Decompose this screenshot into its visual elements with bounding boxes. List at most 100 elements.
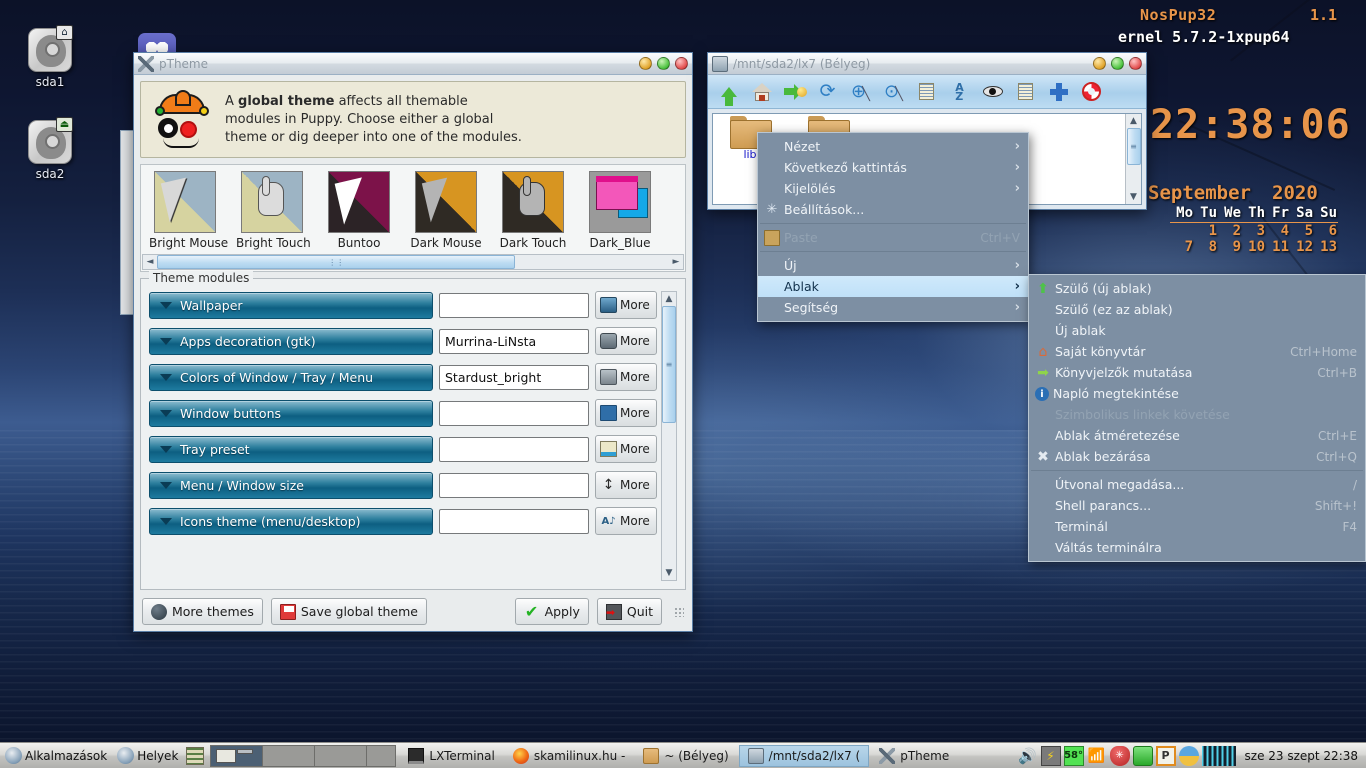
resize-grip[interactable] xyxy=(674,606,684,617)
menu-item-kovetkezo-kattintas[interactable]: Következő kattintás › xyxy=(758,157,1028,178)
module-row[interactable]: Menu / Window size ↕ More xyxy=(149,471,657,499)
theme-gallery[interactable]: Bright Mouse Bright Touch Buntoo Dark Mo… xyxy=(140,164,686,272)
submenu-item-terminal[interactable]: Terminál F4 xyxy=(1029,516,1365,537)
more-themes-button[interactable]: More themes xyxy=(142,598,263,625)
hscroll-thumb[interactable]: ⋮⋮ xyxy=(157,255,516,269)
desktop-icon-sda1[interactable]: ⌂ sda1 xyxy=(14,25,86,89)
taskbar-task-lxterminal[interactable]: LXTerminal xyxy=(400,745,502,767)
taskbar-clock[interactable]: sze 23 szept 22:38 xyxy=(1239,749,1362,763)
submenu-item-shell-parancs[interactable]: Shell parancs... Shift+! xyxy=(1029,495,1365,516)
maximize-button[interactable] xyxy=(1111,57,1124,70)
submenu-item-szulo-ez-az-ablak[interactable]: Szülő (ez az ablak) xyxy=(1029,299,1365,320)
module-button-apps-decoration[interactable]: Apps decoration (gtk) xyxy=(149,327,433,355)
sort-az-icon[interactable]: AZ xyxy=(943,77,976,107)
show-desktop-icon[interactable] xyxy=(186,746,205,765)
places-menu-button[interactable]: Helyek xyxy=(112,744,183,768)
show-hidden-icon[interactable] xyxy=(976,77,1009,107)
module-value-window-buttons[interactable] xyxy=(439,400,589,426)
submenu-item-ablak-bezarasa[interactable]: ✖ Ablak bezárása Ctrl+Q xyxy=(1029,446,1365,467)
bookmarks-icon[interactable] xyxy=(778,77,811,107)
new-icon[interactable] xyxy=(1042,77,1075,107)
close-button[interactable] xyxy=(675,57,688,70)
taskbar-task-ptheme[interactable]: pTheme xyxy=(871,745,957,767)
submenu-item-utvonal-megadasa[interactable]: Útvonal megadása... / xyxy=(1029,474,1365,495)
battery-charge-icon[interactable] xyxy=(1132,745,1153,766)
applications-menu-button[interactable]: Alkalmazások xyxy=(0,744,112,768)
module-row[interactable]: Colors of Window / Tray / Menu Stardust_… xyxy=(149,363,657,391)
hscroll-track[interactable]: ⋮⋮ xyxy=(157,255,669,269)
submenu-item-szimbolikus-linkek-kovetese[interactable]: Szimbolikus linkek követése xyxy=(1029,404,1365,425)
module-row[interactable]: Icons theme (menu/desktop) A♪ More xyxy=(149,507,657,535)
module-value-apps-decoration[interactable]: Murrina-LiNsta xyxy=(439,328,589,354)
module-value-tray-preset[interactable] xyxy=(439,436,589,462)
more-button-apps-decoration[interactable]: More xyxy=(595,327,657,355)
system-tray[interactable]: 🔊 ⚡ 58° 📶 ✳ P sze 23 szept 22:38 xyxy=(1018,745,1366,766)
submenu-item-konyvjelzok-mutatasa[interactable]: ➡ Könyvjelzők mutatása Ctrl+B xyxy=(1029,362,1365,383)
details-view-icon[interactable] xyxy=(910,77,943,107)
quit-button[interactable]: ➡ Quit xyxy=(596,598,662,625)
workspace-1[interactable] xyxy=(211,745,264,766)
module-row[interactable]: Window buttons More xyxy=(149,399,657,427)
more-button-tray-preset[interactable]: More xyxy=(595,435,657,463)
vscroll-thumb[interactable]: ≡ xyxy=(662,306,676,423)
filemanager-window-buttons[interactable] xyxy=(1093,57,1142,70)
scroll-left-icon[interactable]: ◄ xyxy=(143,255,157,269)
module-value-colors[interactable]: Stardust_bright xyxy=(439,364,589,390)
modules-vscrollbar[interactable]: ▲ ≡ ▼ xyxy=(661,291,677,581)
more-button-window-buttons[interactable]: More xyxy=(595,399,657,427)
vscroll-thumb[interactable]: ≡ xyxy=(1126,128,1141,166)
submenu-item-sajat-konyvtar[interactable]: ⌂ Saját könyvtár Ctrl+Home xyxy=(1029,341,1365,362)
submenu-item-ablak-atmeretezese[interactable]: Ablak átméretezése Ctrl+E xyxy=(1029,425,1365,446)
maximize-button[interactable] xyxy=(657,57,670,70)
context-submenu[interactable]: ⬆ Szülő (új ablak) Szülő (ez az ablak) Ú… xyxy=(1028,274,1366,562)
more-button-wallpaper[interactable]: More xyxy=(595,291,657,319)
submenu-item-valtas-terminalra[interactable]: Váltás terminálra xyxy=(1029,537,1365,558)
firewall-icon[interactable]: ✳ xyxy=(1109,745,1130,766)
desktop-icon-sda2[interactable]: ⏏ sda2 xyxy=(14,117,86,181)
ptheme-titlebar[interactable]: pTheme xyxy=(134,53,692,75)
taskbar-task-firefox[interactable]: skamilinux.hu - xyxy=(505,745,634,767)
minimize-button[interactable] xyxy=(1093,57,1106,70)
module-value-wallpaper[interactable] xyxy=(439,292,589,318)
module-row[interactable]: Apps decoration (gtk) Murrina-LiNsta Mor… xyxy=(149,327,657,355)
battery-icon[interactable]: ⚡ xyxy=(1040,745,1061,766)
filemanager-titlebar[interactable]: /mnt/sda2/lx7 (Bélyeg) xyxy=(708,53,1146,75)
submenu-item-szulo-uj-ablak[interactable]: ⬆ Szülő (új ablak) xyxy=(1029,278,1365,299)
context-menu[interactable]: Nézet › Következő kattintás › Kijelölés … xyxy=(757,132,1029,322)
menu-item-ablak[interactable]: Ablak › xyxy=(758,276,1028,297)
menu-item-beallitasok[interactable]: ✳ Beállítások... xyxy=(758,199,1028,220)
workspace-4[interactable] xyxy=(367,745,396,766)
theme-item[interactable]: Dark_Blue xyxy=(584,171,656,250)
zoom-in-icon[interactable]: ⊕ ╲ xyxy=(844,77,877,107)
taskbar-task-filemanager[interactable]: /mnt/sda2/lx7 ( xyxy=(738,744,870,767)
ptheme-window-buttons[interactable] xyxy=(639,57,688,70)
theme-thumbnails[interactable]: Bright Mouse Bright Touch Buntoo Dark Mo… xyxy=(141,171,685,250)
theme-item[interactable]: Dark Mouse xyxy=(410,171,482,250)
up-icon[interactable] xyxy=(712,77,745,107)
wifi-icon[interactable]: 📶 xyxy=(1087,746,1107,766)
menu-item-segitseg[interactable]: Segítség › xyxy=(758,297,1028,318)
workspace-3[interactable] xyxy=(315,745,368,766)
module-button-icons-theme[interactable]: Icons theme (menu/desktop) xyxy=(149,507,433,535)
save-global-theme-button[interactable]: Save global theme xyxy=(270,598,427,625)
zoom-fit-icon[interactable]: ⊙ ╲ xyxy=(877,77,910,107)
more-button-menu-window-size[interactable]: ↕ More xyxy=(595,471,657,499)
theme-gallery-hscrollbar[interactable]: ◄ ⋮⋮ ► xyxy=(142,254,684,270)
module-button-wallpaper[interactable]: Wallpaper xyxy=(149,291,433,319)
submenu-item-uj-ablak[interactable]: Új ablak xyxy=(1029,320,1365,341)
scroll-up-icon[interactable]: ▲ xyxy=(1127,114,1141,128)
menu-item-uj[interactable]: Új › xyxy=(758,255,1028,276)
apply-button[interactable]: ✔ Apply xyxy=(514,598,589,625)
scroll-down-icon[interactable]: ▼ xyxy=(662,566,676,580)
volume-icon[interactable]: 🔊 xyxy=(1018,746,1038,766)
module-button-tray-preset[interactable]: Tray preset xyxy=(149,435,433,463)
help-icon[interactable] xyxy=(1075,77,1108,107)
filemanager-vscrollbar[interactable]: ▲ ≡ ▼ xyxy=(1125,114,1141,204)
filemanager-toolbar[interactable]: ⟳ ⊕ ╲ ⊙ ╲ AZ xyxy=(708,75,1146,109)
theme-item[interactable]: Dark Touch xyxy=(497,171,569,250)
clipboard-icon[interactable]: P xyxy=(1155,745,1176,766)
more-button-icons-theme[interactable]: A♪ More xyxy=(595,507,657,535)
cpu-graph-icon[interactable] xyxy=(1201,745,1236,766)
taskbar-task-home-folder[interactable]: ~ (Bélyeg) xyxy=(635,745,736,767)
theme-item[interactable]: Bright Mouse xyxy=(149,171,228,250)
